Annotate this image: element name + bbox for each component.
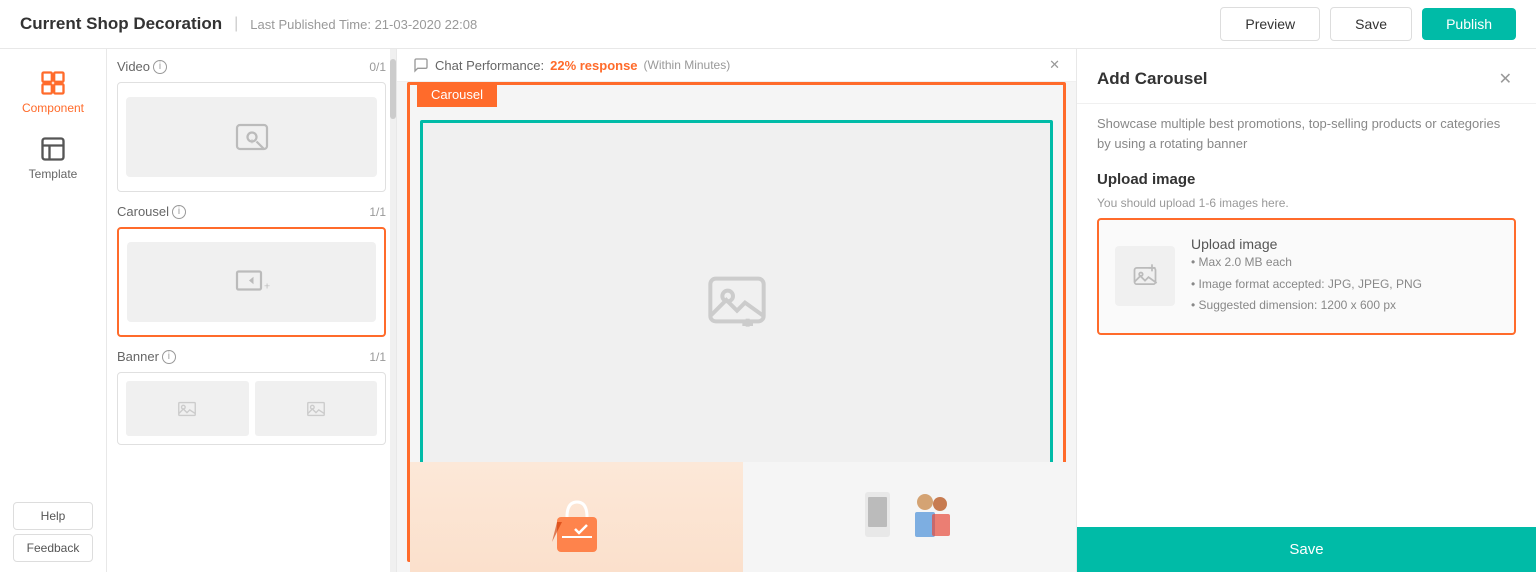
video-card[interactable]: + [117, 82, 386, 192]
video-placeholder-icon: + [234, 119, 270, 155]
help-button[interactable]: Help [13, 502, 93, 530]
upload-spec-2: • Image format accepted: JPG, JPEG, PNG [1191, 277, 1422, 291]
chat-response-value: 22% response [550, 58, 637, 73]
banner-info-icon[interactable]: i [162, 350, 176, 364]
scroll-indicator [390, 49, 396, 572]
banner-section: Banner i 1/1 [117, 349, 386, 445]
carousel-section: Carousel i 1/1 + [117, 204, 386, 337]
carousel-card[interactable]: + [117, 227, 386, 337]
banner-people-icon [860, 482, 960, 552]
banner-section-header: Banner i 1/1 [117, 349, 386, 364]
video-label: Video [117, 59, 150, 74]
sidebar-item-template[interactable]: Template [0, 125, 106, 191]
right-panel-footer: Save [1077, 511, 1536, 572]
sidebar-item-component[interactable]: Component [0, 59, 106, 125]
banner-label: Banner [117, 349, 159, 364]
upload-info: Upload image • Max 2.0 MB each • Image f… [1191, 236, 1422, 317]
component-panel: Video i 0/1 + Carousel i [107, 49, 397, 572]
shopping-bag-icon [537, 487, 617, 567]
video-placeholder: + [126, 97, 377, 177]
banner-card[interactable] [117, 372, 386, 445]
carousel-section-header: Carousel i 1/1 [117, 204, 386, 219]
sidebar: Component Template Help Feedback [0, 49, 107, 572]
panel-save-button[interactable]: Save [1077, 527, 1536, 572]
close-button[interactable]: ✕ [1495, 65, 1516, 93]
chat-performance-bar: Chat Performance: 22% response (Within M… [397, 49, 1076, 82]
scroll-thumb[interactable] [390, 59, 396, 119]
sidebar-bottom: Help Feedback [0, 502, 106, 572]
component-label: Component [22, 101, 84, 115]
upload-section-title: Upload image [1077, 163, 1536, 196]
upload-specs: • Max 2.0 MB each • Image format accepte… [1191, 252, 1422, 317]
carousel-tab: Carousel [417, 82, 497, 107]
svg-text:+: + [264, 281, 270, 293]
upload-zone[interactable]: Upload image • Max 2.0 MB each • Image f… [1097, 218, 1516, 335]
chat-close-icon[interactable]: ✕ [1049, 57, 1060, 73]
component-icon [39, 69, 67, 97]
shopping-banner [410, 462, 743, 572]
add-carousel-title: Add Carousel [1097, 69, 1208, 89]
header-actions: Preview Save Publish [1220, 7, 1516, 41]
video-info-icon[interactable]: i [153, 60, 167, 74]
carousel-placeholder-icon: + [234, 264, 270, 300]
page-title: Current Shop Decoration [20, 14, 222, 34]
upload-spec-3: • Suggested dimension: 1200 x 600 px [1191, 298, 1396, 312]
last-published: Last Published Time: 21-03-2020 22:08 [250, 17, 477, 32]
chat-within-label: (Within Minutes) [644, 58, 731, 72]
chat-performance-label: Chat Performance: [435, 58, 544, 73]
carousel-label: Carousel [117, 204, 169, 219]
upload-icon-box [1115, 246, 1175, 306]
video-count: 0/1 [369, 60, 386, 74]
banner-visible-area [410, 462, 1076, 572]
video-section: Video i 0/1 + [117, 59, 386, 192]
canvas-content: Carousel [397, 82, 1076, 572]
video-section-header: Video i 0/1 [117, 59, 386, 74]
template-label: Template [29, 167, 78, 181]
feedback-button[interactable]: Feedback [13, 534, 93, 562]
carousel-count: 1/1 [369, 205, 386, 219]
right-panel: Add Carousel ✕ Showcase multiple best pr… [1076, 49, 1536, 572]
carousel-image-placeholder-icon [705, 268, 769, 332]
upload-hint: You should upload 1-6 images here. [1077, 196, 1536, 218]
upload-spec-1: • Max 2.0 MB each [1191, 255, 1292, 269]
preview-button[interactable]: Preview [1220, 7, 1320, 41]
main-layout: Component Template Help Feedback Video i… [0, 49, 1536, 572]
header-divider: | [234, 15, 238, 33]
carousel-placeholder: + [127, 242, 376, 322]
upload-icon [1131, 262, 1159, 290]
upload-label: Upload image [1191, 236, 1422, 252]
svg-text:+: + [249, 137, 254, 147]
header: Current Shop Decoration | Last Published… [0, 0, 1536, 49]
publish-button[interactable]: Publish [1422, 8, 1516, 40]
template-icon [39, 135, 67, 163]
carousel-tab-label[interactable]: Carousel [417, 82, 497, 107]
header-left: Current Shop Decoration | Last Published… [20, 14, 477, 34]
banner-count: 1/1 [369, 350, 386, 364]
carousel-preview-inner [420, 120, 1053, 479]
add-carousel-description: Showcase multiple best promotions, top-s… [1077, 104, 1536, 163]
chat-icon [413, 57, 429, 73]
banner-img-icon1 [176, 398, 198, 420]
banner-second [743, 462, 1076, 572]
banner-img-icon2 [305, 398, 327, 420]
carousel-info-icon[interactable]: i [172, 205, 186, 219]
canvas-area: Chat Performance: 22% response (Within M… [397, 49, 1076, 572]
save-button[interactable]: Save [1330, 7, 1412, 41]
right-panel-header: Add Carousel ✕ [1077, 49, 1536, 104]
